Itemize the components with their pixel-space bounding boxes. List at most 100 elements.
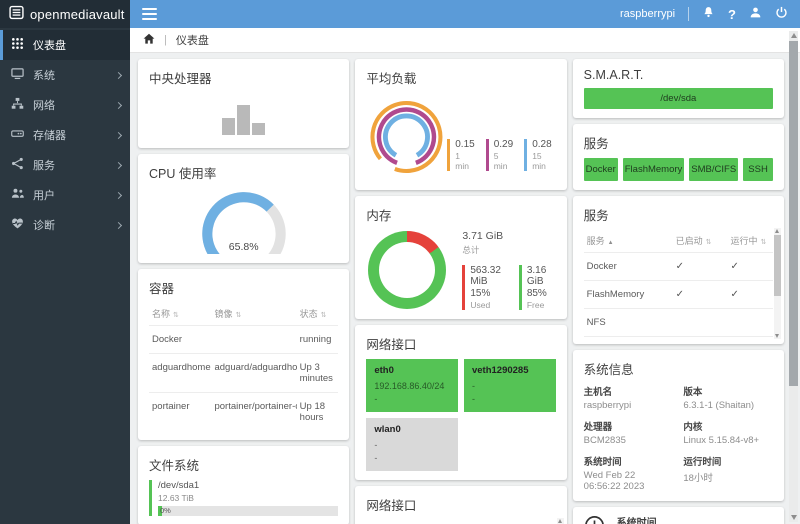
table-scrollbar[interactable] (774, 228, 781, 339)
cell-service: FlashMemory (584, 281, 673, 309)
interface-address: - (472, 380, 548, 393)
sitemap-icon (11, 97, 24, 113)
user-menu-button[interactable] (749, 6, 762, 22)
load-average-body: 0.15 1 min 0.29 5 min 0.28 15 min (366, 93, 555, 181)
service-button-ssh[interactable]: SSH (743, 158, 773, 181)
table-scrollbar[interactable] (557, 518, 564, 524)
interface-box-eth0: eth0 192.168.86.40/24 - (366, 359, 458, 412)
column-header[interactable]: 服务 (584, 230, 673, 253)
services-table-widget: 服务 服务 已启动 运行中 Docker ✓ (573, 196, 784, 344)
widget-title: 文件系统 (149, 455, 338, 474)
column-header[interactable]: 网关 (510, 520, 555, 524)
sidebar-item-label: 仪表盘 (33, 37, 66, 53)
column-header[interactable]: 地址 (425, 520, 510, 524)
sidebar-item-label: 存储器 (33, 127, 66, 143)
filesystem-size: 12.63 TiB (158, 493, 338, 503)
legend-item-5min: 0.29 5 min (486, 139, 513, 171)
table-row: Docker running (149, 326, 338, 354)
widget-title: 网络接口 (366, 334, 555, 353)
service-button-docker[interactable]: Docker (584, 158, 618, 181)
system-time-widget: 系统时间 Wed Feb 22 06:56:22 2023 (573, 507, 784, 524)
interface-name: wlan0 (374, 423, 450, 437)
topbar: openmediavault raspberrypi ? (0, 0, 800, 28)
topbar-actions: raspberrypi ? (620, 6, 788, 22)
services-panel-widget: 服务 Docker FlashMemory SMB/CIFS SSH (573, 124, 784, 190)
legend-item-used: 563.32 MiB 15% Used (462, 265, 507, 310)
cell-status: Up 18 hours (297, 393, 339, 432)
filesystem-usage-bar: 0% (158, 506, 338, 516)
scrollbar-thumb[interactable] (774, 235, 781, 296)
cell-name: portainer (149, 393, 211, 432)
hdd-icon (11, 127, 24, 143)
legend-label: 5 min (494, 151, 513, 171)
widget-title: CPU 使用率 (149, 163, 338, 182)
power-button[interactable] (775, 6, 788, 22)
widget-title: 容器 (149, 278, 338, 297)
scrollbar-thumb[interactable] (789, 41, 798, 386)
column-header[interactable]: 镜像 (211, 303, 296, 326)
interface-name: veth1290285 (472, 364, 548, 378)
sidebar-item-label: 网络 (33, 97, 55, 113)
network-interfaces-table: 设备 地址 网关 eth0 IPv4: 192.168.86.40/24IPv6… (366, 520, 555, 524)
sidebar-item-dashboard[interactable]: 仪表盘 (0, 30, 130, 60)
column-header[interactable]: 名称 (149, 303, 211, 326)
widget-title: 服务 (584, 133, 773, 152)
sidebar-item-services[interactable]: 服务 (0, 150, 130, 180)
topbar-main: raspberrypi ? (130, 0, 800, 28)
sysinfo-field: 版本6.3.1-1 (Shaitan) (683, 384, 773, 411)
user-icon (749, 6, 762, 22)
cell-service: NFS (584, 309, 673, 337)
cell-enabled: ✓ (673, 281, 728, 309)
dashboard-column-2: 平均负载 0.15 1 min 0.29 5 min (355, 59, 566, 524)
smart-widget: S.M.A.R.T. /dev/sda (573, 59, 784, 118)
widget-title: 平均负载 (366, 68, 555, 87)
column-header[interactable]: 已启动 (673, 230, 728, 253)
hostname-button[interactable]: raspberrypi (620, 8, 675, 20)
menu-toggle-button[interactable] (142, 8, 157, 20)
sysinfo-field: 运行时间18小时 (683, 454, 773, 492)
breadcrumb-separator: | (164, 34, 167, 46)
cell-image: portainer/portainer-ce (211, 393, 296, 432)
cell-enabled: ✓ (673, 253, 728, 281)
cell-status: Up 3 minutes (297, 354, 339, 393)
clock-icon (584, 515, 605, 524)
legend-value: 0.15 (455, 139, 474, 150)
users-icon (11, 187, 24, 203)
cell-service: Docker (584, 253, 673, 281)
column-header[interactable]: 状态 (297, 303, 339, 326)
sysinfo-field: 主机名raspberrypi (584, 384, 674, 411)
widget-title: 服务 (584, 205, 773, 224)
table-row: portainer portainer/portainer-ce Up 18 h… (149, 393, 338, 432)
sidebar-item-storage[interactable]: 存储器 (0, 120, 130, 150)
cpu-usage-value: 65.8% (149, 241, 338, 253)
column-header[interactable]: 运行中 (728, 230, 773, 253)
service-button-smbcifs[interactable]: SMB/CIFS (689, 158, 738, 181)
usage-percent: 0% (160, 506, 171, 516)
sidebar-item-system[interactable]: 系统 (0, 60, 130, 90)
table-row: NFS (584, 309, 773, 337)
legend-value: 0.29 (494, 139, 513, 150)
notifications-button[interactable] (702, 6, 715, 22)
monitor-icon (11, 67, 24, 83)
system-information-widget: 系统信息 主机名raspberrypi 版本6.3.1-1 (Shaitan) … (573, 350, 784, 501)
cpu-usage-widget: CPU 使用率 65.8% (138, 154, 349, 263)
page-scrollbar[interactable] (789, 31, 798, 522)
app-logo[interactable]: openmediavault (0, 0, 130, 28)
interface-extra: - (374, 452, 450, 465)
smart-device-button[interactable]: /dev/sda (584, 88, 773, 109)
interface-extra: - (472, 393, 548, 406)
sidebar-item-users[interactable]: 用户 (0, 180, 130, 210)
home-icon[interactable] (143, 33, 155, 48)
help-button[interactable]: ? (728, 7, 736, 22)
widget-title: 网络接口 (366, 495, 555, 514)
column-header[interactable]: 设备 (366, 520, 425, 524)
service-button-flashmemory[interactable]: FlashMemory (623, 158, 685, 181)
sidebar-item-label: 用户 (33, 187, 55, 203)
sidebar-item-diagnostics[interactable]: 诊断 (0, 210, 130, 240)
cell-enabled (673, 309, 728, 337)
dashboard-column-1: 中央处理器 CPU 使用率 65.8% 容器 (138, 59, 349, 524)
cell-image: adguard/adguardhome:latest (211, 354, 296, 393)
legend-label: Free (527, 300, 556, 310)
sidebar-item-network[interactable]: 网络 (0, 90, 130, 120)
filesystem-device: /dev/sda1 (158, 480, 338, 491)
